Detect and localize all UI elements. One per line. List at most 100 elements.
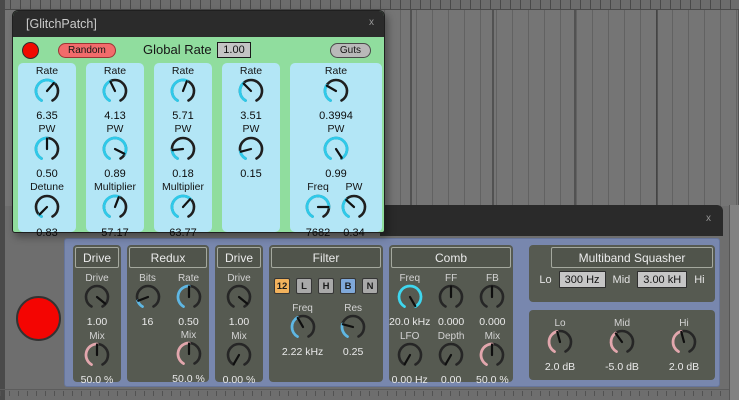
- pw-knob-group: PW0.89: [98, 124, 132, 180]
- drive-knob[interactable]: [222, 284, 256, 317]
- rate-knob-group: Rate0.50: [172, 273, 206, 328]
- bits-knob-group: Bits16: [131, 273, 165, 328]
- filter-mode-button-12[interactable]: 12: [274, 278, 290, 294]
- glitchpatch-header: Random Global Rate 1.00 Guts: [13, 37, 384, 63]
- pw-knob-value: 0.18: [172, 168, 193, 180]
- mix-knob[interactable]: [222, 342, 256, 375]
- filter-mode-button-b[interactable]: B: [340, 278, 356, 294]
- hi-knob-label: Hi: [679, 318, 688, 329]
- lo-freq-numbox[interactable]: 300 Hz: [559, 271, 606, 288]
- rate-knob[interactable]: [166, 78, 200, 111]
- filter-mode-button-l[interactable]: L: [296, 278, 312, 294]
- mix-knob-group: Mix50.0 %: [475, 331, 509, 386]
- freq-knob[interactable]: [286, 314, 320, 347]
- drive-knob-label: Drive: [227, 273, 250, 284]
- drive-knob[interactable]: [80, 284, 114, 317]
- fb-knob-group: FB0.000: [475, 273, 509, 328]
- random-button[interactable]: Random: [58, 43, 116, 58]
- vertical-scrollbar[interactable]: [729, 205, 739, 400]
- rate-knob-value: 5.71: [172, 110, 193, 122]
- hi-label: Hi: [694, 274, 704, 286]
- device-drive-0: DriveDrive1.00Mix50.0 %: [73, 245, 121, 382]
- close-icon[interactable]: x: [706, 213, 711, 224]
- big-red-bang-button[interactable]: [16, 296, 61, 341]
- multiplier-knob[interactable]: [166, 194, 200, 227]
- lfo-knob-value: 0.00 Hz: [392, 375, 428, 387]
- multiplier-knob-label: Multiplier: [94, 182, 136, 194]
- lfo-knob[interactable]: [393, 342, 427, 375]
- pw-knob-group: PW0.50: [30, 124, 64, 180]
- close-icon[interactable]: x: [369, 17, 374, 28]
- device-title[interactable]: Comb: [391, 247, 511, 268]
- detune-knob[interactable]: [30, 194, 64, 227]
- freq-knob-group: Freq2.22 kHz: [282, 303, 323, 358]
- led-toggle[interactable]: [22, 42, 39, 59]
- freq-knob-label: Freq: [292, 303, 313, 314]
- glitchpatch-titlebar[interactable]: [GlitchPatch] x: [13, 11, 384, 37]
- glitch-column-2: Rate4.13PW0.89Multiplier57.17: [86, 63, 144, 232]
- background-plugin-titlebar[interactable]: x: [380, 205, 723, 236]
- pw-knob[interactable]: [319, 136, 353, 169]
- rate-knob[interactable]: [98, 78, 132, 111]
- rate-knob[interactable]: [30, 78, 64, 111]
- device-title[interactable]: Drive: [217, 247, 261, 268]
- pw-knob[interactable]: [234, 136, 268, 169]
- mid-freq-numbox[interactable]: 3.00 kH: [637, 271, 687, 288]
- guts-button[interactable]: Guts: [330, 43, 371, 58]
- glitch-column-1: Rate6.35PW0.50Detune0.83: [18, 63, 76, 232]
- mix-knob[interactable]: [475, 342, 509, 375]
- global-rate-numbox[interactable]: 1.00: [217, 42, 251, 58]
- res-knob-label: Res: [344, 303, 362, 314]
- freq-knob[interactable]: [393, 284, 427, 317]
- pw-knob[interactable]: [30, 136, 64, 169]
- mid-knob-group: Mid-5.0 dB: [605, 318, 639, 373]
- rate-knob[interactable]: [172, 284, 206, 317]
- mix-knob[interactable]: [172, 341, 206, 374]
- filter-mode-button-h[interactable]: H: [318, 278, 334, 294]
- mix-knob-group: Mix50.0 %: [172, 330, 206, 385]
- lo-knob-value: 2.0 dB: [545, 362, 575, 374]
- pw-knob-group: PW0.34: [337, 182, 371, 238]
- mid-knob[interactable]: [605, 329, 639, 362]
- pw-knob[interactable]: [337, 194, 371, 227]
- pw-knob[interactable]: [166, 136, 200, 169]
- mix-knob-value: 50.0 %: [476, 375, 509, 387]
- rate-knob[interactable]: [234, 78, 268, 111]
- hi-knob-group: Hi2.0 dB: [667, 318, 701, 373]
- lo-knob[interactable]: [543, 329, 577, 362]
- filter-mode-button-n[interactable]: N: [362, 278, 378, 294]
- device-title[interactable]: Drive: [75, 247, 119, 268]
- mix-knob[interactable]: [80, 342, 114, 375]
- device-title[interactable]: Filter: [271, 247, 381, 268]
- ff-knob-value: 0.000: [438, 317, 464, 329]
- glitch-column-3: Rate5.71PW0.18Multiplier63.77: [154, 63, 212, 232]
- rate-knob-group: Rate6.35: [30, 66, 64, 122]
- ff-knob-group: FF 0.000: [434, 273, 468, 328]
- rate-knob[interactable]: [319, 78, 353, 111]
- depth-knob-label: Depth: [438, 331, 465, 342]
- pw-knob-label: PW: [175, 124, 192, 136]
- rate-knob-label: Rate: [172, 66, 194, 78]
- multiplier-knob[interactable]: [98, 194, 132, 227]
- glitch-column-4: Rate3.51PW0.15: [222, 63, 280, 232]
- depth-knob[interactable]: [434, 342, 468, 375]
- ff-knob[interactable]: [434, 284, 468, 317]
- multiplier-knob-value: 63.77: [169, 227, 197, 239]
- glitch-pair-row: Freq7682PW0.34: [301, 182, 371, 238]
- device-title[interactable]: Redux: [129, 247, 207, 268]
- bits-knob[interactable]: [131, 284, 165, 317]
- fb-knob[interactable]: [475, 284, 509, 317]
- depth-knob-value: 0.00: [441, 375, 461, 387]
- bottom-divider: [0, 389, 739, 390]
- mix-knob-value: 50.0 %: [172, 374, 205, 386]
- ff-knob-label: FF: [445, 273, 457, 284]
- freq-knob[interactable]: [301, 194, 335, 227]
- fb-knob-label: FB: [486, 273, 499, 284]
- pw-knob[interactable]: [98, 136, 132, 169]
- lo-label: Lo: [539, 274, 551, 286]
- mix-knob-value: 0.00 %: [223, 375, 256, 387]
- res-knob[interactable]: [336, 314, 370, 347]
- device-title[interactable]: Multiband Squasher: [551, 247, 713, 268]
- hi-knob[interactable]: [667, 329, 701, 362]
- comb-grid: Freq20.0 kHzFF0.000FB0.000LFO0.00 HzDept…: [389, 273, 513, 386]
